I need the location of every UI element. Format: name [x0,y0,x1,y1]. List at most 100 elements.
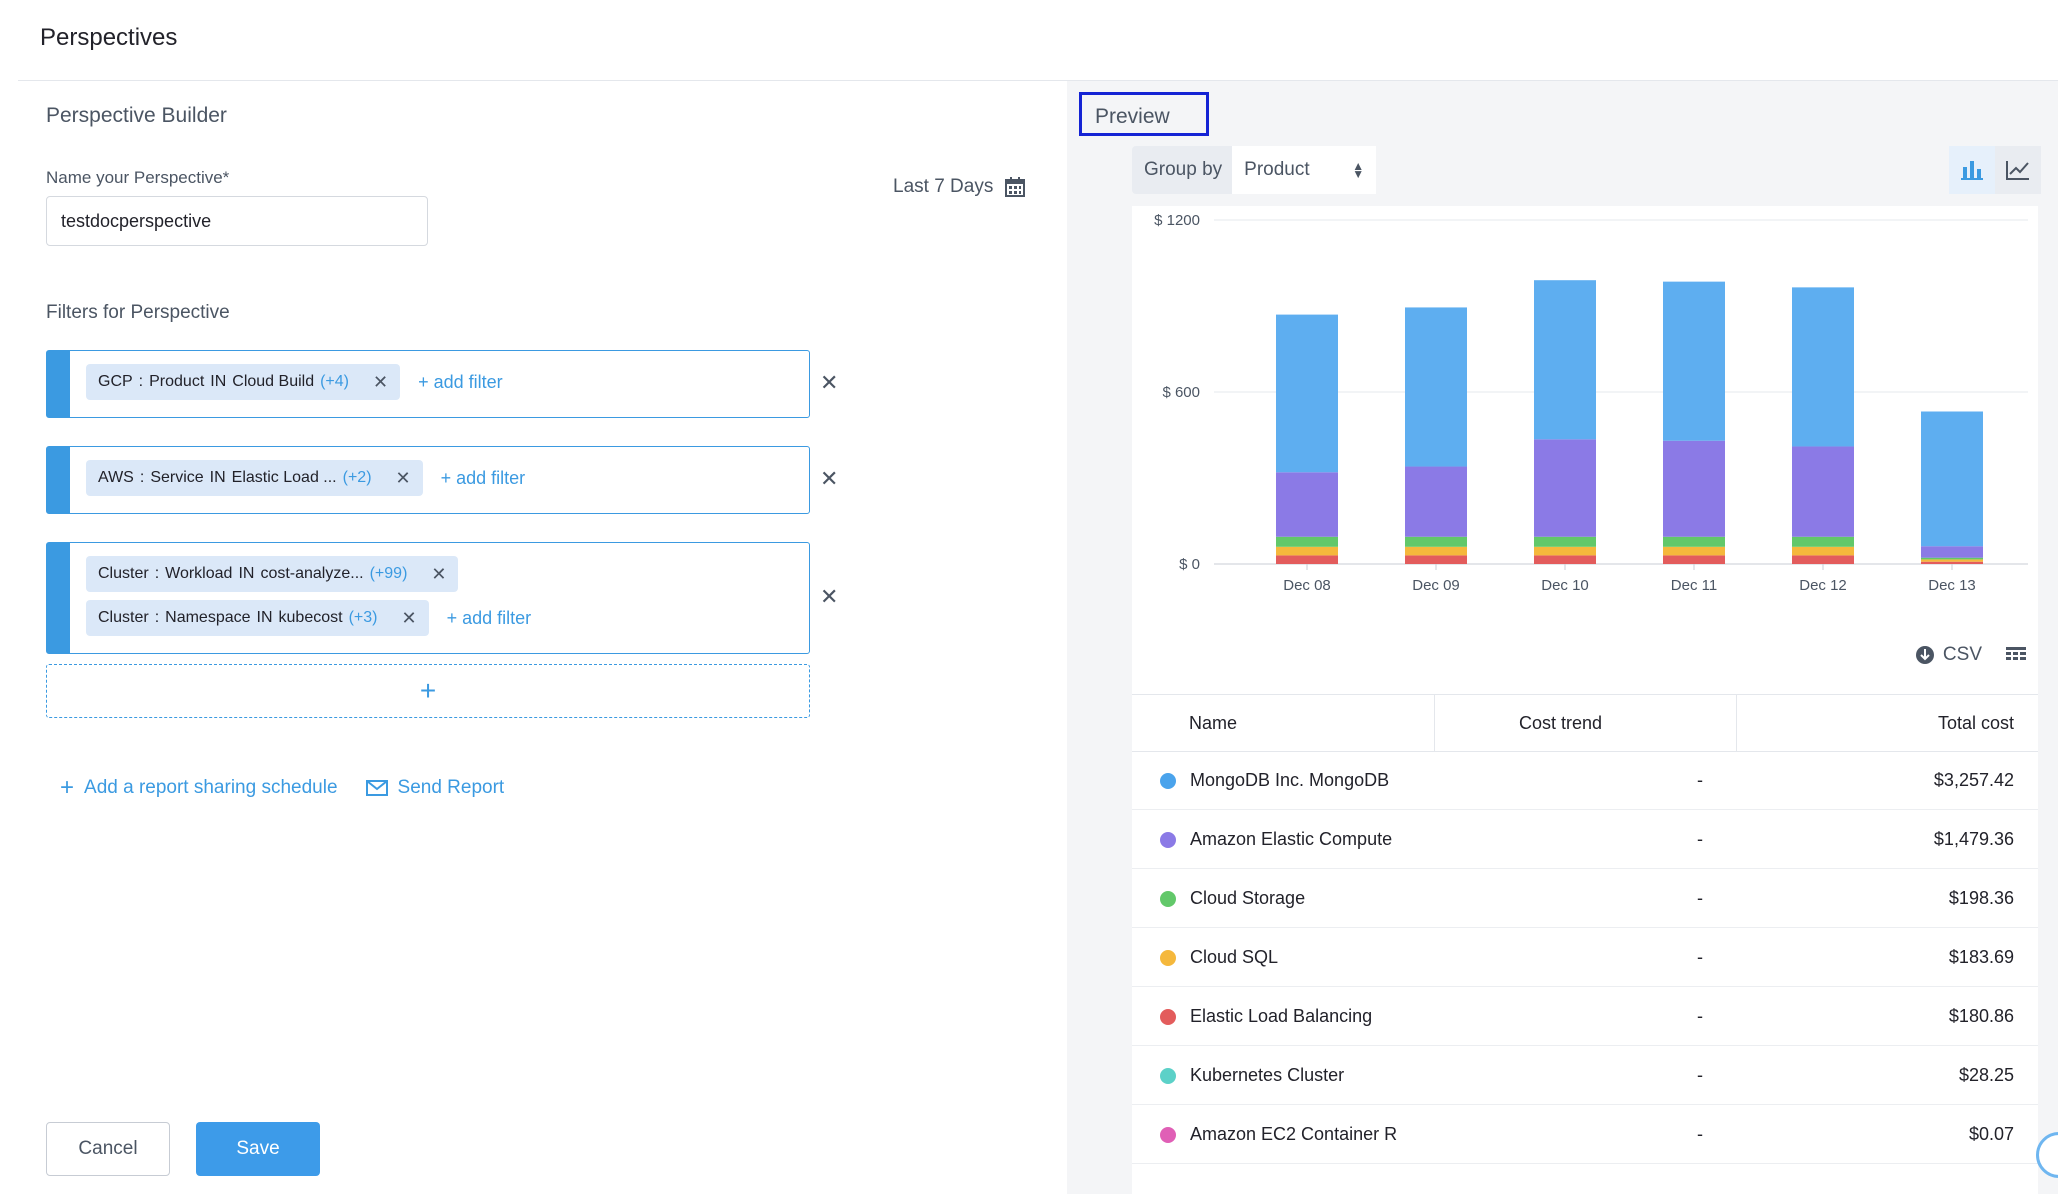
x-tick-label: Dec 10 [1541,577,1589,594]
filter-group: AWS: Service IN Elastic Load ... (+2) ✕ … [46,446,810,514]
calendar-icon [1005,177,1026,197]
remove-filter-icon[interactable]: ✕ [396,468,411,489]
row-cost-trend: - [1697,947,1703,967]
x-tick-label: Dec 08 [1283,577,1331,594]
csv-download-button[interactable]: CSV [1915,644,1982,666]
remove-filter-icon[interactable]: ✕ [401,608,416,629]
cost-table-card: CSV Name Cost trend Total cost MongoDB I… [1132,616,2038,1194]
remove-group-icon[interactable]: ✕ [820,466,838,492]
filter-chip[interactable]: AWS: Service IN Elastic Load ... (+2) ✕ [86,460,423,496]
filter-source: Cluster [98,609,149,626]
report-actions: + Add a report sharing schedule Send Rep… [60,774,504,802]
table-row[interactable]: Kubernetes Cluster - $28.25 [1132,1046,2038,1105]
table-tools: CSV [1915,644,2026,666]
series-color-dot [1160,773,1176,789]
chart-type-toggle [1949,146,2041,194]
bar-segment [1405,555,1467,564]
row-name: Amazon EC2 Container R [1190,1124,1398,1144]
filter-row: GCP: Product IN Cloud Build (+4) ✕ + add… [86,364,503,400]
bar-segment [1276,555,1338,564]
send-report-label: Send Report [397,777,505,798]
row-cost-trend: - [1697,1065,1703,1085]
perspective-name-input[interactable]: testdocperspective [46,196,428,246]
plus-icon: + [60,774,75,801]
filter-group: GCP: Product IN Cloud Build (+4) ✕ + add… [46,350,810,418]
line-chart-icon [2006,161,2029,180]
table-row[interactable]: Amazon Elastic Compute - $1,479.36 [1132,810,2038,869]
add-filter-group-button[interactable]: + [46,664,810,718]
row-name: Amazon Elastic Compute [1190,829,1393,849]
bar-segment [1405,546,1467,556]
add-filter-link[interactable]: + add filter [418,372,503,393]
row-total-cost: $1,479.36 [1933,829,2014,849]
remove-filter-icon[interactable]: ✕ [373,372,388,393]
bar-segment [1921,559,1983,562]
y-tick-label: $ 1200 [1154,212,1200,229]
y-tick-label: $ 600 [1162,384,1200,401]
filter-value: Elastic Load ... [231,469,337,486]
bar-segment [1921,557,1983,560]
bar-segment [1534,536,1596,547]
filter-row: Cluster: Workload IN cost-analyze... (+9… [86,556,459,592]
cost-chart: $ 0 $ 600 $ 1200 Dec 08 Dec 09 Dec 10 Dec 11 De… [1132,206,2038,616]
add-schedule-link[interactable]: + Add a report sharing schedule [60,774,338,802]
line-chart-button[interactable] [1995,146,2041,194]
x-tick-label: Dec 12 [1799,577,1847,594]
table-row[interactable]: MongoDB Inc. MongoDB - $3,257.42 [1132,751,2038,810]
filter-operator: IN [210,373,227,390]
column-header-name[interactable]: Name [1189,713,1237,734]
filter-value: kubecost [278,609,343,626]
filter-value: Cloud Build [232,373,315,390]
bar-segment [1276,536,1338,547]
row-cost-trend: - [1697,829,1703,849]
save-button[interactable]: Save [196,1122,320,1176]
date-range-picker[interactable]: Last 7 Days [893,176,1026,198]
bar-segment [1792,546,1854,556]
row-name: Cloud Storage [1190,888,1306,908]
perspective-name-label: Name your Perspective* [46,168,230,187]
filter-source: Cluster [98,565,149,582]
remove-group-icon[interactable]: ✕ [820,370,838,396]
bar-segment [1663,555,1725,564]
remove-group-icon[interactable]: ✕ [820,584,838,610]
add-filter-link[interactable]: + add filter [441,468,526,489]
filter-field: Service [150,469,204,486]
builder-title: Perspective Builder [46,104,227,127]
add-filter-link[interactable]: + add filter [447,608,532,629]
columns-icon[interactable] [2006,647,2026,663]
table-row[interactable]: Elastic Load Balancing - $180.86 [1132,987,2038,1046]
bar-segment [1405,307,1467,467]
bar-chart-icon [1961,161,1983,180]
filter-field: Namespace [165,609,251,626]
filter-row: Cluster: Namespace IN kubecost (+3) ✕ + … [86,600,531,636]
bar-segment [1792,536,1854,547]
bar-segment [1792,446,1854,537]
column-header-cost-trend[interactable]: Cost trend [1519,713,1602,734]
filter-more-count: (+3) [348,609,378,626]
column-header-total-cost[interactable]: Total cost [1938,713,2014,734]
bar-segment [1534,439,1596,537]
table-row[interactable]: Cloud Storage - $198.36 [1132,869,2038,928]
filter-chip[interactable]: GCP: Product IN Cloud Build (+4) ✕ [86,364,401,400]
table-row[interactable]: Amazon EC2 Container R - $0.07 [1132,1105,2038,1164]
filter-more-count: (+4) [320,373,349,390]
row-total-cost: $3,257.42 [1933,770,2014,790]
row-cost-trend: - [1697,1006,1703,1026]
column-divider [1434,695,1435,751]
send-report-link[interactable]: Send Report [365,777,505,799]
bar-segment [1663,546,1725,556]
group-by-control: Group by Product ▲ ▼ [1132,146,1377,194]
filter-field: Product [149,373,205,390]
table-row[interactable]: Cloud SQL - $183.69 [1132,928,2038,987]
filter-chip[interactable]: Cluster: Namespace IN kubecost (+3) ✕ [86,600,429,636]
remove-filter-icon[interactable]: ✕ [431,564,446,585]
filter-operator: IN [238,565,255,582]
group-by-select[interactable]: Product ▲ ▼ [1232,146,1377,194]
bar-chart-button[interactable] [1949,146,1995,194]
filter-chip[interactable]: Cluster: Workload IN cost-analyze... (+9… [86,556,459,592]
bar-segment [1921,411,1983,547]
bar-segment [1921,546,1983,558]
filter-operator: IN [256,609,273,626]
page-title: Perspectives [40,24,178,51]
cancel-button[interactable]: Cancel [46,1122,170,1176]
